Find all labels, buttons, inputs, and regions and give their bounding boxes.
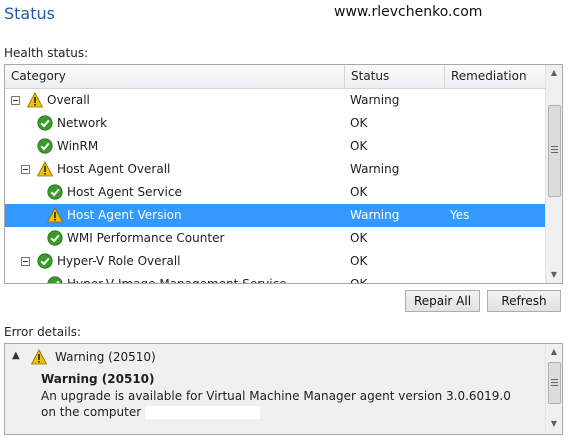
column-header-category[interactable]: Category — [5, 65, 345, 88]
warning-icon — [31, 349, 47, 365]
error-vertical-scrollbar[interactable]: ▲ ▼ — [545, 344, 562, 432]
warning-icon — [26, 92, 44, 108]
category-cell: WMI Performance Counter — [67, 231, 225, 245]
error-message-container: An upgrade is available for Virtual Mach… — [41, 388, 511, 420]
category-cell: Host Agent Version — [67, 208, 182, 222]
scroll-down-arrow-icon[interactable]: ▼ — [546, 267, 562, 283]
warning-icon — [36, 161, 54, 177]
collapse-toggle-icon[interactable] — [21, 257, 30, 266]
category-cell: Overall — [47, 93, 90, 107]
table-row[interactable]: Network OK — [5, 112, 545, 135]
table-row[interactable]: WinRM OK — [5, 135, 545, 158]
status-cell: OK — [350, 254, 368, 268]
table-row[interactable]: Hyper-V Role Overall OK — [5, 250, 545, 273]
table-row[interactable]: Host Agent Service OK — [5, 181, 545, 204]
health-status-grid[interactable]: Category Status Remediation Overall Warni… — [4, 64, 563, 284]
collapse-chevron-icon[interactable]: ▲ — [12, 350, 20, 361]
page-title: Status — [4, 4, 55, 23]
grid-header: Category Status Remediation — [5, 65, 545, 89]
grid-body: Overall Warning Network OK WinRM OK Host Agent… — [5, 89, 545, 283]
status-cell: OK — [350, 185, 368, 199]
category-cell: Hyper-V Image Management Service — [67, 273, 287, 283]
status-cell: OK — [350, 273, 367, 283]
scroll-up-arrow-icon[interactable]: ▲ — [546, 65, 562, 81]
error-details-panel: ▲ Warning (20510) Warning (20510) An upg… — [4, 343, 563, 435]
status-cell: Warning — [350, 208, 400, 222]
ok-check-icon — [37, 115, 53, 131]
table-row[interactable]: Host Agent Version Warning Yes — [5, 204, 545, 227]
table-row[interactable]: Overall Warning — [5, 89, 545, 112]
table-row[interactable]: Hyper-V Image Management Service OK — [5, 273, 545, 283]
ok-check-icon — [47, 230, 63, 246]
status-cell: OK — [350, 139, 368, 153]
error-message: An upgrade is available for Virtual Mach… — [41, 389, 511, 419]
ok-check-icon — [47, 184, 63, 200]
redacted-computer-name — [144, 406, 260, 419]
table-row[interactable]: WMI Performance Counter OK — [5, 227, 545, 250]
repair-all-button[interactable]: Repair All — [405, 290, 480, 312]
error-details-label: Error details: — [4, 325, 82, 339]
warning-icon — [46, 207, 64, 223]
status-cell: OK — [350, 231, 368, 245]
category-cell: Host Agent Service — [67, 185, 182, 199]
grid-vertical-scrollbar[interactable]: ▲ ▼ — [545, 65, 562, 283]
scrollbar-thumb[interactable] — [548, 105, 561, 197]
category-cell: Host Agent Overall — [57, 162, 171, 176]
category-cell: Network — [57, 116, 108, 130]
status-cell: OK — [350, 116, 368, 130]
scroll-up-arrow-icon[interactable]: ▲ — [546, 344, 562, 360]
column-header-remediation[interactable]: Remediation — [445, 65, 545, 88]
status-cell: Warning — [350, 162, 400, 176]
table-row[interactable]: Host Agent Overall Warning — [5, 158, 545, 181]
refresh-button[interactable]: Refresh — [487, 290, 561, 312]
ok-check-icon — [37, 253, 53, 269]
category-cell: Hyper-V Role Overall — [57, 254, 181, 268]
column-header-status[interactable]: Status — [345, 65, 445, 88]
ok-check-icon — [37, 138, 53, 154]
scroll-down-arrow-icon[interactable]: ▼ — [546, 416, 562, 432]
status-cell: Warning — [350, 93, 400, 107]
ok-check-icon — [47, 276, 63, 283]
watermark: www.rlevchenko.com — [334, 4, 483, 20]
collapse-toggle-icon[interactable] — [21, 165, 30, 174]
remediation-cell: Yes — [450, 208, 470, 222]
category-cell: WinRM — [57, 139, 99, 153]
error-heading: Warning (20510) — [55, 350, 156, 364]
health-status-label: Health status: — [4, 46, 89, 60]
collapse-toggle-icon[interactable] — [11, 96, 20, 105]
error-title: Warning (20510) — [41, 372, 155, 386]
scrollbar-thumb[interactable] — [548, 362, 561, 404]
